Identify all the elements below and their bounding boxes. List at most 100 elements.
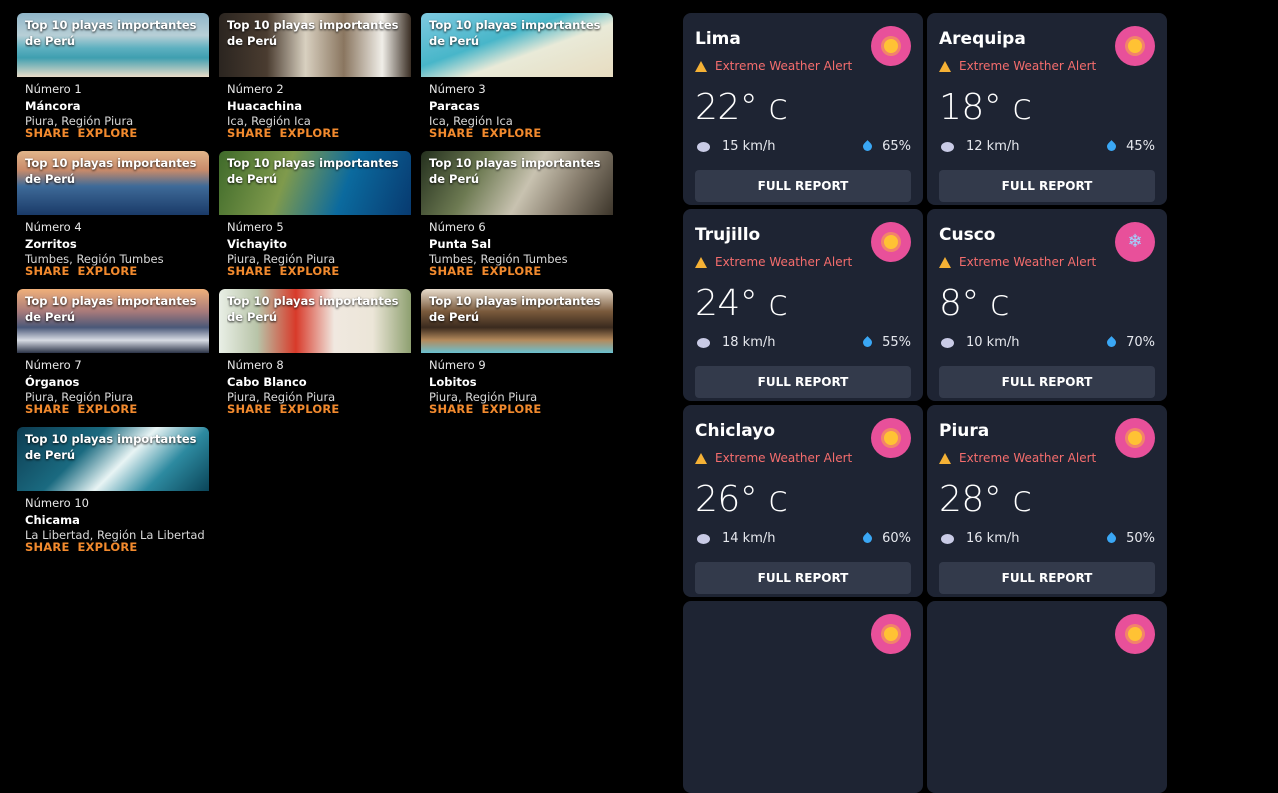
beach-image-title: Top 10 playas importantes de Perú <box>227 294 399 324</box>
share-button[interactable]: SHARE <box>227 264 272 278</box>
explore-button[interactable]: EXPLORE <box>280 402 340 416</box>
share-button[interactable]: SHARE <box>25 126 70 140</box>
weather-card: Cusco ❄ Extreme Weather Alert 8° c 10 km… <box>927 209 1167 401</box>
weather-wind: 14 km/h <box>697 531 776 546</box>
beach-image[interactable]: Top 10 playas importantes de Perú <box>219 151 411 215</box>
humidity-value: 70% <box>1126 335 1155 350</box>
full-report-button[interactable]: FULL REPORT <box>939 170 1155 202</box>
share-button[interactable]: SHARE <box>227 402 272 416</box>
beach-image-title: Top 10 playas importantes de Perú <box>25 18 197 48</box>
beach-name: Chicama <box>25 513 80 527</box>
water-drop-icon <box>1105 140 1118 153</box>
explore-button[interactable]: EXPLORE <box>482 264 542 278</box>
beach-name: Órganos <box>25 375 80 389</box>
beach-image[interactable]: Top 10 playas importantes de Perú <box>421 289 613 353</box>
weather-icon-badge <box>871 614 911 654</box>
explore-button[interactable]: EXPLORE <box>280 126 340 140</box>
weather-icon-badge <box>1115 26 1155 66</box>
weather-wind: 16 km/h <box>941 531 1020 546</box>
beach-image-title: Top 10 playas importantes de Perú <box>227 156 399 186</box>
beach-image-title: Top 10 playas importantes de Perú <box>429 18 601 48</box>
weather-temperature: 22° c <box>695 87 788 128</box>
weather-city: Cusco <box>939 225 996 245</box>
share-button[interactable]: SHARE <box>429 126 474 140</box>
sun-icon <box>884 627 898 641</box>
share-button[interactable]: SHARE <box>25 540 70 554</box>
beach-image[interactable]: Top 10 playas importantes de Perú <box>421 151 613 215</box>
weather-card: Trujillo Extreme Weather Alert 24° c 18 … <box>683 209 923 401</box>
beach-card[interactable]: Top 10 playas importantes de Perú Número… <box>17 427 209 554</box>
beach-name: Huacachina <box>227 99 303 113</box>
water-drop-icon <box>861 140 874 153</box>
share-button[interactable]: SHARE <box>227 126 272 140</box>
beach-image[interactable]: Top 10 playas importantes de Perú <box>17 13 209 77</box>
weather-card: Piura Extreme Weather Alert 28° c 16 km/… <box>927 405 1167 597</box>
explore-button[interactable]: EXPLORE <box>78 264 138 278</box>
explore-button[interactable]: EXPLORE <box>482 126 542 140</box>
full-report-button[interactable]: FULL REPORT <box>695 170 911 202</box>
share-button[interactable]: SHARE <box>429 264 474 278</box>
weather-city: Arequipa <box>939 29 1026 49</box>
wind-speed: 10 km/h <box>966 335 1020 350</box>
beach-image[interactable]: Top 10 playas importantes de Perú <box>421 13 613 77</box>
weather-alert-text: Extreme Weather Alert <box>715 451 853 465</box>
beach-number: Número 6 <box>429 220 486 234</box>
beach-image[interactable]: Top 10 playas importantes de Perú <box>17 151 209 215</box>
share-button[interactable]: SHARE <box>429 402 474 416</box>
beach-card[interactable]: Top 10 playas importantes de Perú Número… <box>219 289 411 416</box>
share-button[interactable]: SHARE <box>25 264 70 278</box>
humidity-value: 50% <box>1126 531 1155 546</box>
explore-button[interactable]: EXPLORE <box>280 264 340 278</box>
weather-icon-badge <box>871 222 911 262</box>
beach-card-grid: Top 10 playas importantes de Perú Número… <box>17 13 613 554</box>
sun-icon <box>884 235 898 249</box>
beach-number: Número 4 <box>25 220 82 234</box>
beach-card[interactable]: Top 10 playas importantes de Perú Número… <box>219 151 411 278</box>
sun-icon <box>884 39 898 53</box>
weather-humidity: 65% <box>861 139 911 154</box>
beach-image-title: Top 10 playas importantes de Perú <box>25 156 197 186</box>
beach-image[interactable]: Top 10 playas importantes de Perú <box>17 289 209 353</box>
weather-humidity: 45% <box>1105 139 1155 154</box>
warning-icon <box>695 60 707 72</box>
sun-icon <box>1128 431 1142 445</box>
weather-alert: Extreme Weather Alert <box>939 255 1096 269</box>
explore-button[interactable]: EXPLORE <box>78 540 138 554</box>
beach-number: Número 5 <box>227 220 284 234</box>
weather-alert-text: Extreme Weather Alert <box>959 59 1097 73</box>
beach-image[interactable]: Top 10 playas importantes de Perú <box>17 427 209 491</box>
beach-card[interactable]: Top 10 playas importantes de Perú Número… <box>219 13 411 140</box>
beach-name: Lobitos <box>429 375 477 389</box>
full-report-button[interactable]: FULL REPORT <box>695 366 911 398</box>
wind-icon <box>697 337 710 348</box>
beach-card[interactable]: Top 10 playas importantes de Perú Número… <box>17 151 209 278</box>
humidity-value: 60% <box>882 531 911 546</box>
beach-image[interactable]: Top 10 playas importantes de Perú <box>219 13 411 77</box>
beach-card[interactable]: Top 10 playas importantes de Perú Número… <box>421 13 613 140</box>
explore-button[interactable]: EXPLORE <box>78 126 138 140</box>
share-button[interactable]: SHARE <box>25 402 70 416</box>
beach-info: Número 3 Paracas Ica, Región Ica SHARE EX… <box>421 77 613 140</box>
beach-card[interactable]: Top 10 playas importantes de Perú Número… <box>421 289 613 416</box>
explore-button[interactable]: EXPLORE <box>78 402 138 416</box>
beach-actions: SHARE EXPLORE <box>227 122 403 140</box>
beach-name: Máncora <box>25 99 81 113</box>
weather-city: Chiclayo <box>695 421 776 441</box>
beach-card[interactable]: Top 10 playas importantes de Perú Número… <box>17 13 209 140</box>
explore-button[interactable]: EXPLORE <box>482 402 542 416</box>
beach-card[interactable]: Top 10 playas importantes de Perú Número… <box>17 289 209 416</box>
beach-actions: SHARE EXPLORE <box>227 398 403 416</box>
beach-number: Número 7 <box>25 358 82 372</box>
full-report-button[interactable]: FULL REPORT <box>939 366 1155 398</box>
beach-image[interactable]: Top 10 playas importantes de Perú <box>219 289 411 353</box>
weather-alert: Extreme Weather Alert <box>695 59 852 73</box>
weather-alert-text: Extreme Weather Alert <box>715 59 853 73</box>
full-report-button[interactable]: FULL REPORT <box>939 562 1155 594</box>
beach-number: Número 9 <box>429 358 486 372</box>
warning-icon <box>939 452 951 464</box>
beach-image-title: Top 10 playas importantes de Perú <box>429 294 601 324</box>
weather-card: Arequipa Extreme Weather Alert 18° c 12 … <box>927 13 1167 205</box>
full-report-button[interactable]: FULL REPORT <box>695 562 911 594</box>
beach-card[interactable]: Top 10 playas importantes de Perú Número… <box>421 151 613 278</box>
weather-city: Piura <box>939 421 990 441</box>
